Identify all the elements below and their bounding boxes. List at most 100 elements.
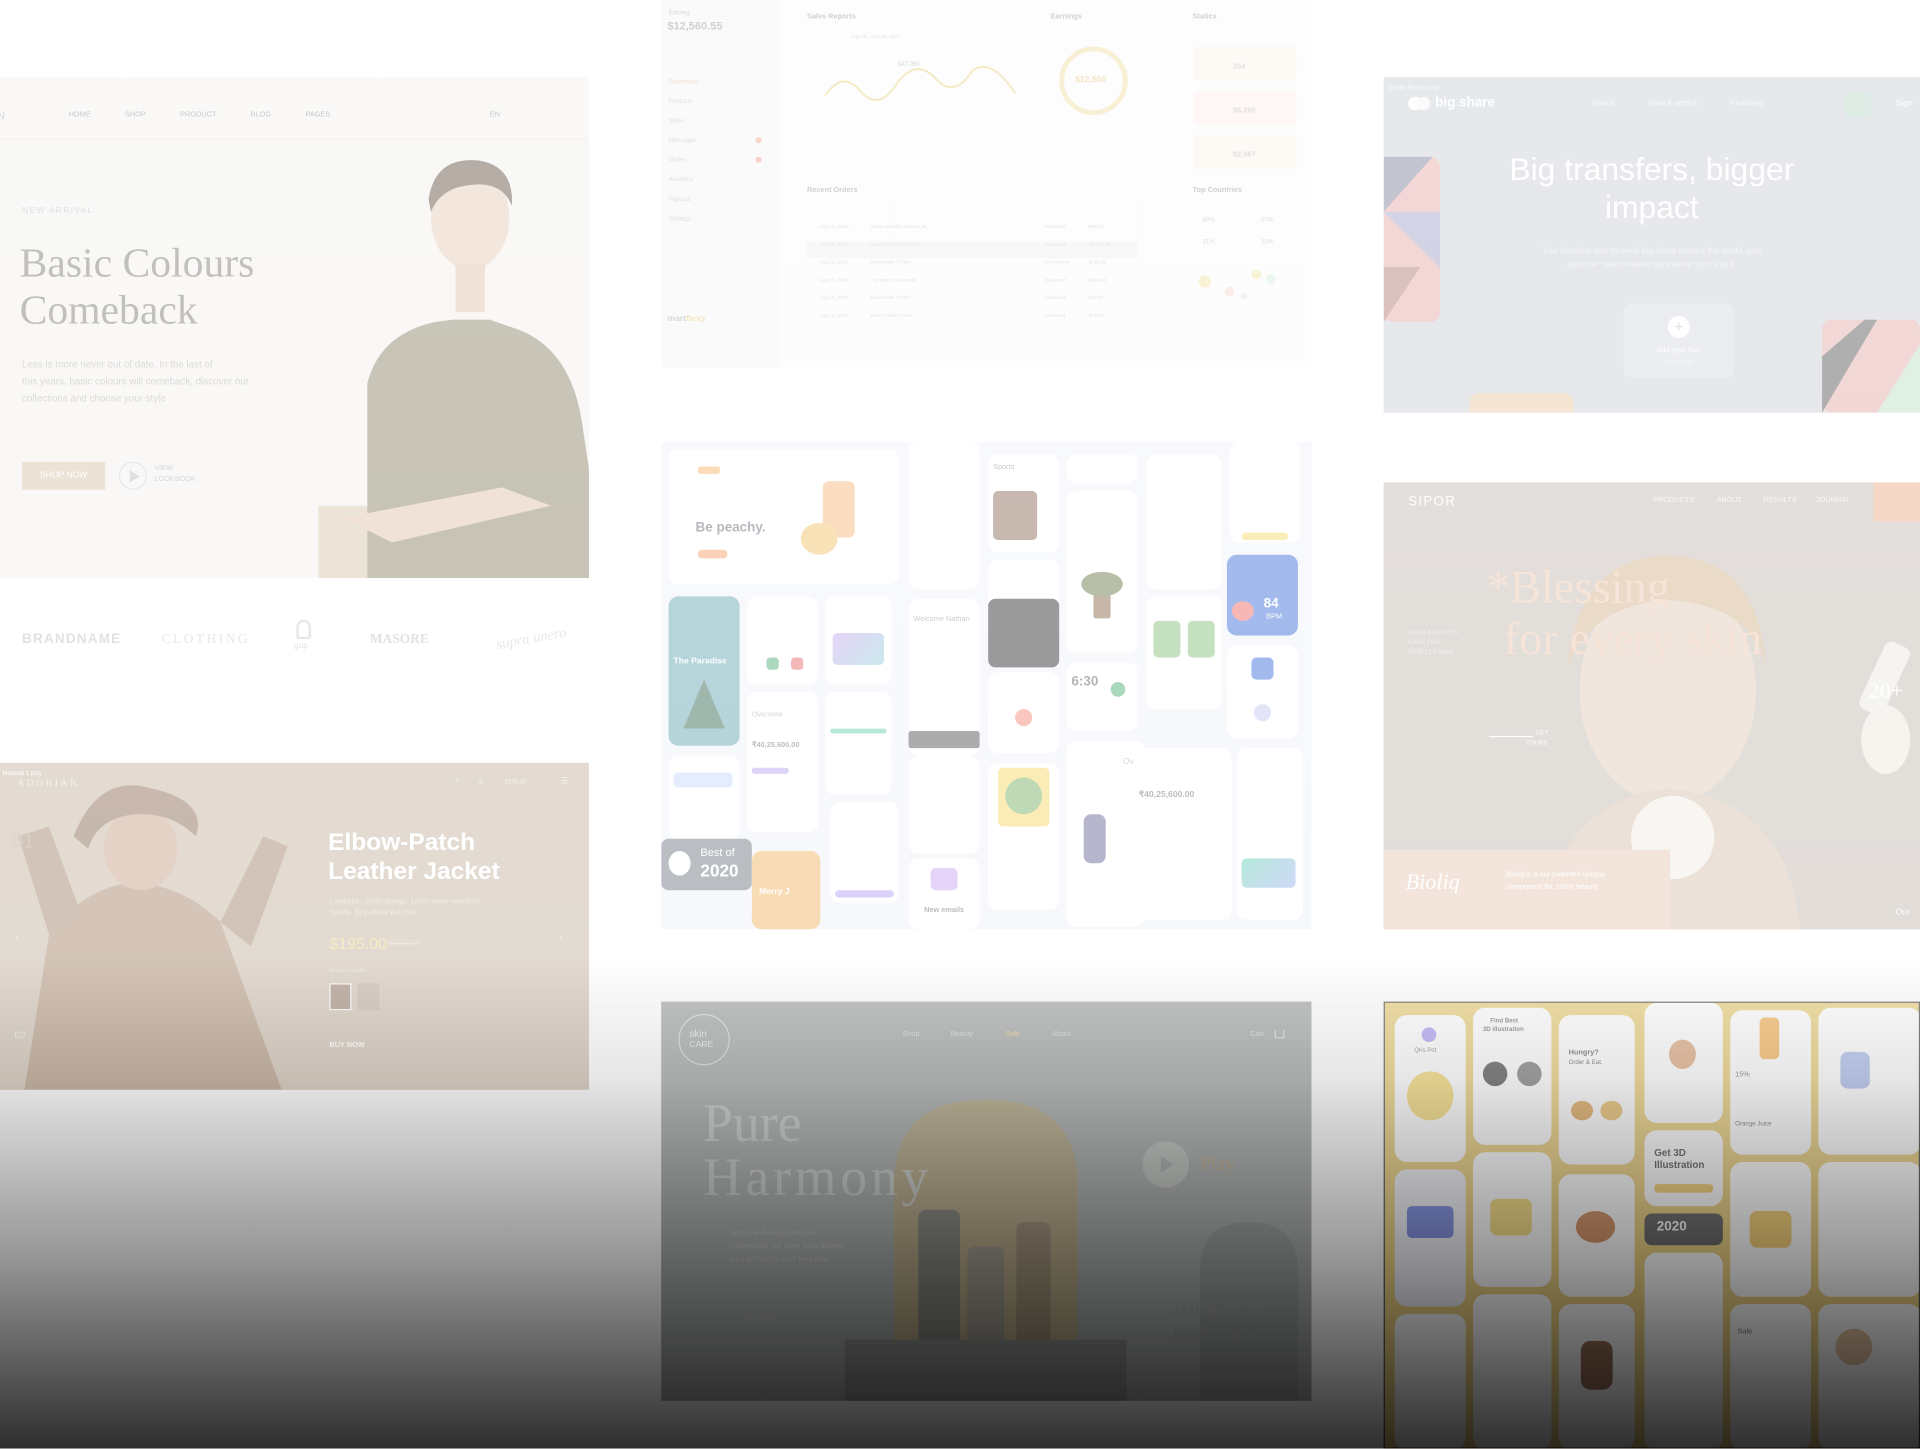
table-row[interactable]: Aug 16, 2020 Wanted Leather Jacket Deliver…: [806, 240, 1138, 259]
nav-features[interactable]: Features: [1730, 99, 1764, 108]
more-colors-label: MORE COLORS: [329, 967, 367, 974]
country-pct-2: 37%: [1261, 216, 1274, 225]
sports-label: Sports: [993, 464, 1015, 472]
nav-how[interactable]: How it works: [1648, 99, 1697, 108]
skin-care-card[interactable]: SIPOR PRODUCTS ABOUT RESULTS JOURNAL *Bl…: [1383, 482, 1920, 930]
nav-results[interactable]: RESULTS: [1763, 497, 1796, 504]
next-arrow-icon[interactable]: ›: [558, 932, 562, 945]
sidebar-item-settings[interactable]: Settings: [669, 216, 699, 223]
play-label[interactable]: Play: [1200, 1153, 1235, 1175]
new-emails-label: New emails: [924, 907, 965, 915]
paradise-title: The Paradise: [673, 657, 727, 667]
pure-harmony-card[interactable]: skin CARE Shop Beauty Sale About Cart Pu…: [661, 1001, 1312, 1401]
hero-title-line2: for every skin: [1503, 613, 1763, 665]
table-row[interactable]: Aug 15, 2020 Crew Neck T-Shirt Delivered $3…: [807, 294, 1138, 312]
sales-title: Sales Reports: [806, 13, 856, 21]
app-collage-card[interactable]: Be peachy. The Paradise Overview ₹40,25,…: [661, 442, 1312, 930]
language-switch[interactable]: EN: [490, 111, 500, 118]
sign-in-link[interactable]: Sign: [1896, 99, 1913, 108]
cart-screen: [1644, 1252, 1723, 1448]
nav-products[interactable]: PRODUCTS: [1653, 497, 1694, 504]
best-of-year: 2020: [700, 860, 739, 881]
cta-corner-button[interactable]: [1873, 482, 1920, 522]
cart-link[interactable]: Cart: [1250, 1031, 1264, 1038]
add-files-label: Add your files: [1656, 347, 1702, 356]
upload-toggle-button[interactable]: [1844, 93, 1872, 118]
prev-arrow-icon[interactable]: ‹: [15, 932, 19, 945]
nav-product[interactable]: PRODUCT: [180, 111, 216, 118]
dashboard-card[interactable]: Earning $12,560.55 Dashboard Products Sa…: [661, 0, 1312, 368]
sidebar-item-analytics[interactable]: Analytics: [669, 176, 699, 183]
sidebar-item-dashboard[interactable]: Dashboard: [669, 78, 699, 85]
nav-blog[interactable]: BLOG: [251, 111, 271, 118]
nav-sale[interactable]: Sale: [1005, 1031, 1020, 1038]
sales-range[interactable]: Aug 15 - Aug 26, 2020: [851, 33, 900, 39]
nav-pages[interactable]: PAGES: [305, 111, 330, 118]
bioliq-panel: Bioliq Bioliq is a our patented unique c…: [1383, 849, 1671, 930]
country-pct-4: 33%: [1261, 238, 1274, 247]
find-title-1: Find Best: [1490, 1017, 1519, 1025]
sidebar-item-messages[interactable]: Messages: [669, 137, 699, 144]
table-row[interactable]: Aug 16, 2020 Pro Merch Crewneck Delivered $…: [807, 276, 1138, 294]
nav-about[interactable]: About: [1592, 99, 1614, 108]
countries-map: [1198, 269, 1276, 301]
skin-care-logo[interactable]: skin CARE: [678, 1013, 730, 1066]
table-row[interactable]: Aug 15, 2020 Green Bomber Military Ja Deli…: [807, 223, 1138, 241]
menu-icon[interactable]: ☰: [561, 776, 569, 787]
find-screen: Find Best 3D illustration: [1473, 1007, 1552, 1145]
cart-total[interactable]: $190.00: [504, 779, 526, 786]
slide-next-number: 02: [14, 1029, 26, 1041]
brand-logo-3: gap: [293, 641, 309, 651]
nav-beauty[interactable]: Beauty: [950, 1031, 973, 1038]
product-price: $195.00: [329, 934, 387, 953]
user-icon[interactable]: ♙: [478, 778, 485, 786]
discover-button[interactable]: Discover: [747, 1315, 776, 1322]
get-yours-2[interactable]: YOURS: [1526, 740, 1548, 747]
3d-illustration-collage-card[interactable]: Qris Pot Find Best 3D illustration Hungr…: [1383, 1001, 1920, 1449]
add-files-button[interactable]: + Add your files Up to 20 GB: [1623, 303, 1734, 378]
nav-journal[interactable]: JOURNAL: [1816, 497, 1850, 504]
nav-shop[interactable]: Shop: [902, 1031, 919, 1038]
orders-title: Recent Orders: [806, 187, 858, 195]
salad-screen: [988, 762, 1060, 910]
sale-screen: Sale: [1730, 1304, 1812, 1448]
country-pct-3: 51%: [1202, 238, 1215, 247]
color-swatch-1[interactable]: [329, 983, 352, 1011]
list-screen: [908, 755, 980, 854]
product-tag-2: neck cream: [1173, 1320, 1275, 1345]
play-video-button[interactable]: [1142, 1141, 1189, 1188]
profile-screen: Merry J: [751, 851, 821, 930]
table-row[interactable]: Aug 16, 2020 Basic Graph T-shirt Delivered…: [807, 312, 1138, 330]
fashion-hero-card[interactable]: N HOME SHOP PRODUCT BLOG PAGES EN NEW AR…: [0, 77, 589, 578]
sidebar-item-orders[interactable]: Orders: [669, 157, 699, 164]
peachy-cta[interactable]: [697, 549, 728, 559]
file-tag: Dustin Photos.png: [1388, 84, 1439, 92]
lookbook-label-line2[interactable]: LOOKBOOK: [154, 476, 196, 483]
cart-icon[interactable]: [1274, 1029, 1285, 1039]
bigshare-card[interactable]: Dustin Photos.png big share About How it…: [1383, 77, 1920, 413]
play-lookbook-icon[interactable]: [118, 461, 147, 490]
sidebar-item-sales[interactable]: Sales: [669, 118, 699, 125]
buy-now-button[interactable]: BUY NOW: [329, 1042, 364, 1049]
hero-title-line2: Comeback: [19, 287, 198, 334]
sidebar-item-products[interactable]: Products: [669, 98, 699, 105]
nav-about[interactable]: ABOUT: [1717, 497, 1742, 504]
lookbook-label-line1[interactable]: VIEW: [154, 465, 173, 472]
table-row[interactable]: Aug 15, 2020 Crew Neck T-Shirt In Progress…: [807, 258, 1138, 276]
peachy-screen: Be peachy.: [668, 449, 899, 585]
jacket-product-card[interactable]: Mockup 1.png ADORIAN ⌕ ♙ $190.00 ☰ 01 ‹ …: [0, 762, 589, 1090]
stat-card-2: $6,260: [1193, 90, 1297, 125]
side-text-1: YOUR BEAUTY'S: [1408, 629, 1458, 637]
get-yours-1[interactable]: GET: [1536, 730, 1549, 737]
nav-shop[interactable]: SHOP: [125, 111, 146, 118]
color-swatch-2[interactable]: [357, 983, 380, 1011]
shop-now-button[interactable]: SHOP NOW: [22, 461, 106, 490]
search-icon[interactable]: ⌕: [456, 778, 460, 787]
nav-home[interactable]: HOME: [69, 111, 91, 118]
balance-label: Earning: [668, 9, 690, 18]
dashboard-sidebar: Earning $12,560.55 Dashboard Products Sa…: [661, 0, 779, 368]
showcase-canvas: N HOME SHOP PRODUCT BLOG PAGES EN NEW AR…: [0, 0, 1920, 1449]
nav-about[interactable]: About: [1052, 1031, 1071, 1038]
sidebar-item-payouts[interactable]: Payouts: [669, 196, 699, 203]
clock-screen: 6:30: [1066, 662, 1138, 732]
